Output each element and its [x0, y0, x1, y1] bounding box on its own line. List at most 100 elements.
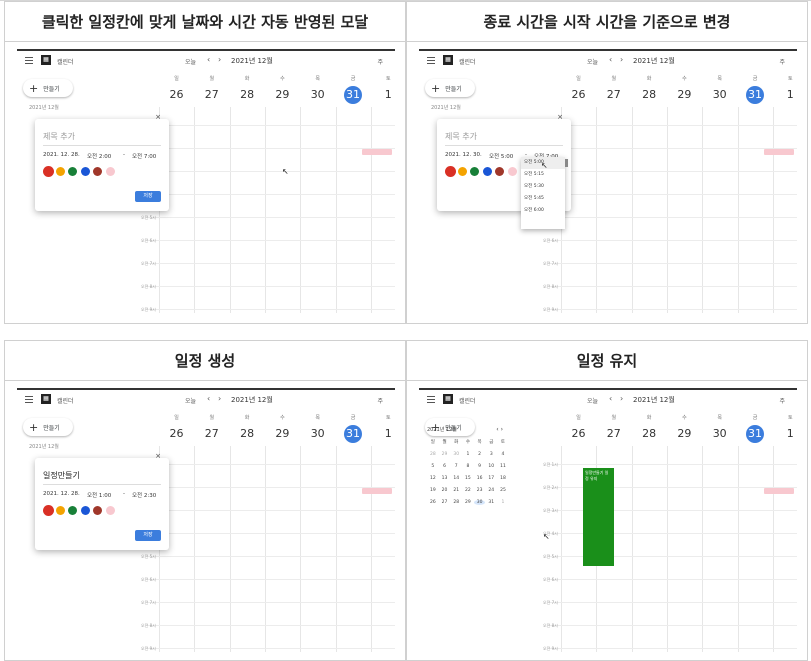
mini-calendar-date[interactable]: 30 — [450, 452, 462, 457]
color-swatch[interactable] — [93, 506, 102, 515]
close-icon[interactable]: × — [155, 113, 161, 121]
dropdown-option[interactable]: 오전 5:45 — [521, 193, 565, 205]
color-swatch[interactable] — [457, 167, 467, 176]
mini-calendar-date[interactable]: 8 — [462, 464, 474, 469]
end-time-field[interactable]: 오전 7:00 — [132, 152, 156, 160]
event-block[interactable] — [764, 488, 794, 494]
color-swatch[interactable] — [68, 167, 77, 176]
create-button[interactable]: + 만들기 — [23, 79, 73, 97]
day-header[interactable]: 화 28 — [632, 414, 667, 443]
color-swatch[interactable] — [93, 167, 102, 176]
day-header[interactable]: 토1 — [371, 75, 395, 104]
mini-calendar-date[interactable]: 7 — [450, 464, 462, 469]
day-header[interactable]: 금 31 — [336, 75, 371, 104]
start-time-field[interactable]: 오전 2:00 — [87, 152, 111, 160]
day-header[interactable]: 수 29 — [667, 414, 702, 443]
day-header[interactable]: 월 27 — [194, 414, 229, 443]
mini-calendar-date[interactable]: 17 — [485, 476, 497, 481]
day-header[interactable]: 금 31 — [336, 414, 371, 443]
day-header[interactable]: 화 28 — [230, 414, 265, 443]
color-swatch[interactable] — [80, 167, 90, 176]
day-header[interactable]: 금 31 — [738, 75, 773, 104]
color-swatch[interactable] — [495, 167, 504, 176]
dropdown-option[interactable]: 오전 5:15 — [521, 169, 565, 181]
day-header[interactable]: 토1 — [773, 75, 797, 104]
title-input[interactable]: 제목 추가 — [445, 131, 477, 142]
mini-calendar-date[interactable]: 5 — [427, 464, 439, 469]
next-week-button[interactable]: › — [620, 55, 623, 64]
color-swatch[interactable] — [105, 506, 115, 515]
mini-calendar-date[interactable]: 6 — [439, 464, 451, 469]
mini-calendar-date[interactable]: 26 — [427, 500, 439, 505]
create-button[interactable]: + 만들기 — [23, 418, 73, 436]
mini-calendar-date[interactable]: 28 — [427, 452, 439, 457]
mini-calendar-date[interactable]: 30 — [473, 499, 486, 505]
day-header[interactable]: 일 26 — [561, 75, 596, 104]
menu-icon[interactable] — [427, 396, 435, 403]
color-swatch[interactable] — [80, 506, 90, 515]
mini-calendar-date[interactable]: 22 — [462, 488, 474, 493]
color-swatch[interactable] — [43, 166, 54, 177]
day-header[interactable]: 목 30 — [300, 414, 335, 443]
mini-calendar-date[interactable]: 20 — [439, 488, 451, 493]
mini-calendar-date[interactable]: 2 — [474, 452, 486, 457]
start-time-field[interactable]: 오전 1:00 — [87, 491, 111, 499]
mini-calendar-date[interactable]: 12 — [427, 476, 439, 481]
color-swatch[interactable] — [507, 167, 517, 176]
title-input[interactable]: 제목 추가 — [43, 131, 75, 142]
mini-calendar-date[interactable]: 18 — [497, 476, 509, 481]
mini-calendar-date[interactable]: 25 — [497, 488, 509, 493]
save-button[interactable]: 저장 — [135, 191, 161, 202]
mini-calendar-date[interactable]: 9 — [474, 464, 486, 469]
day-header[interactable]: 월 27 — [596, 414, 631, 443]
next-week-button[interactable]: › — [218, 394, 221, 403]
day-header[interactable]: 일 26 — [159, 75, 194, 104]
day-header[interactable]: 토1 — [371, 414, 395, 443]
next-week-button[interactable]: › — [620, 394, 623, 403]
event-block[interactable] — [362, 488, 392, 494]
mini-calendar-date[interactable]: 3 — [485, 452, 497, 457]
mini-calendar-date[interactable]: 27 — [439, 500, 451, 505]
day-header[interactable]: 목 30 — [702, 75, 737, 104]
next-week-button[interactable]: › — [218, 55, 221, 64]
mini-calendar-date[interactable]: 16 — [474, 476, 486, 481]
mini-calendar-nav[interactable]: ‹ › — [496, 426, 503, 433]
dropdown-scrollbar[interactable] — [565, 159, 568, 167]
color-swatch[interactable] — [445, 166, 456, 177]
menu-icon[interactable] — [25, 396, 33, 403]
menu-icon[interactable] — [427, 57, 435, 64]
mini-calendar-date[interactable]: 19 — [427, 488, 439, 493]
prev-week-button[interactable]: ‹ — [207, 55, 210, 64]
day-header[interactable]: 화 28 — [230, 75, 265, 104]
start-time-field[interactable]: 오전 5:00 — [489, 152, 513, 160]
prev-week-button[interactable]: ‹ — [609, 394, 612, 403]
date-field[interactable]: 2021. 12. 30. — [445, 152, 482, 158]
mini-calendar-date[interactable]: 15 — [462, 476, 474, 481]
color-swatch[interactable] — [105, 167, 115, 176]
day-header[interactable]: 일 26 — [159, 414, 194, 443]
color-swatch[interactable] — [470, 167, 479, 176]
event-block[interactable] — [362, 149, 392, 155]
color-swatch[interactable] — [55, 506, 65, 515]
dropdown-option[interactable]: 오전 5:30 — [521, 181, 565, 193]
prev-week-button[interactable]: ‹ — [609, 55, 612, 64]
time-grid[interactable]: 오전 1시오전 2시오전 3시오전 4시오전 5시오전 6시오전 7시오전 8시… — [141, 446, 395, 652]
color-swatch[interactable] — [43, 505, 54, 516]
end-time-field[interactable]: 오전 2:30 — [132, 491, 156, 499]
close-icon[interactable]: × — [155, 452, 161, 460]
mini-calendar-date[interactable]: 31 — [485, 500, 497, 505]
day-header[interactable]: 목 30 — [300, 75, 335, 104]
mini-calendar-date[interactable]: 1 — [497, 500, 509, 505]
mini-calendar-date[interactable]: 23 — [474, 488, 486, 493]
day-header[interactable]: 일 26 — [561, 414, 596, 443]
mini-calendar-date[interactable]: 1 — [462, 452, 474, 457]
view-switch-button[interactable]: 주 — [377, 396, 383, 405]
close-icon[interactable]: × — [557, 113, 563, 121]
mini-calendar-date[interactable]: 28 — [450, 500, 462, 505]
color-swatch[interactable] — [55, 167, 65, 176]
date-field[interactable]: 2021. 12. 28. — [43, 491, 80, 497]
save-button[interactable]: 저장 — [135, 530, 161, 541]
day-header[interactable]: 월 27 — [194, 75, 229, 104]
view-switch-button[interactable]: 주 — [779, 396, 785, 405]
mini-calendar-date[interactable]: 29 — [462, 500, 474, 505]
